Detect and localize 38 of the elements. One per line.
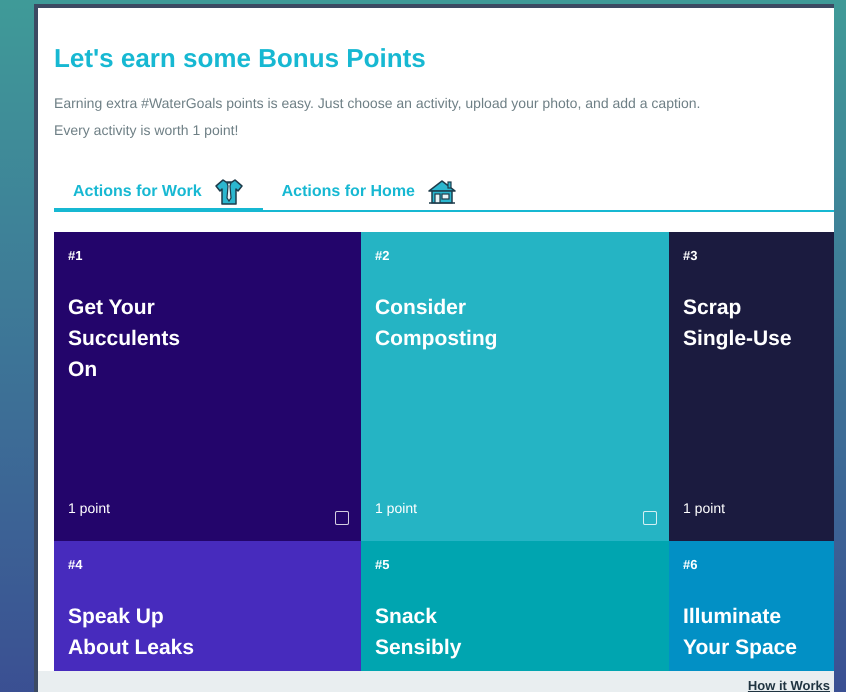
card-number: #5 [375,556,390,574]
activity-card[interactable]: #1 Get Your Succulents On 1 point [54,232,361,541]
tab[interactable]: Actions for Home [262,176,476,212]
card-title: Get Your [68,294,156,320]
activity-card[interactable]: #3 Scrap Single-Use 1 point [669,232,834,541]
card-title: Succulents [68,326,180,352]
card-checkbox[interactable] [643,511,657,525]
card-number: #2 [375,247,390,265]
activity-card[interactable]: #4 Speak Up About Leaks [54,541,361,671]
activity-card[interactable]: #5 Snack Sensibly [361,541,669,671]
card-checkbox[interactable] [335,511,349,525]
card-title: Your Space [683,634,797,660]
card-number: #1 [68,247,82,265]
card-title: Illuminate [683,604,782,630]
card-title: Sensibly [375,634,462,660]
tab[interactable]: Actions for Work [54,176,263,212]
intro-text: Every activity is worth 1 point! [54,121,240,140]
card-title: Speak Up [68,604,165,630]
card-title: Composting [375,326,498,352]
card-points: 1 point [68,499,110,518]
card-title: Snack [375,604,438,630]
card-number: #6 [683,556,698,574]
house-icon [426,179,457,205]
card-title: Scrap [683,294,742,320]
card-number: #4 [68,556,82,574]
activity-card[interactable]: #2 Consider Composting 1 point [361,232,669,541]
activity-card[interactable]: #6 Illuminate Your Space [669,541,834,671]
card-points: 1 point [375,499,418,518]
card-points: 1 point [683,499,726,518]
card-title: Consider [375,294,468,320]
card-title: On [68,356,98,382]
intro-text: Earning extra #WaterGoals points is easy. Just choose an activity, upload your photo, and add a caption. [54,94,702,113]
shirt-icon [214,178,244,206]
card-title: About Leaks [68,634,194,660]
card-number: #3 [683,247,698,265]
how-it-works-link[interactable]: How it Works [748,676,830,692]
card-title: Single-Use [683,326,792,352]
page-title: Let's earn some Bonus Points [54,42,427,74]
